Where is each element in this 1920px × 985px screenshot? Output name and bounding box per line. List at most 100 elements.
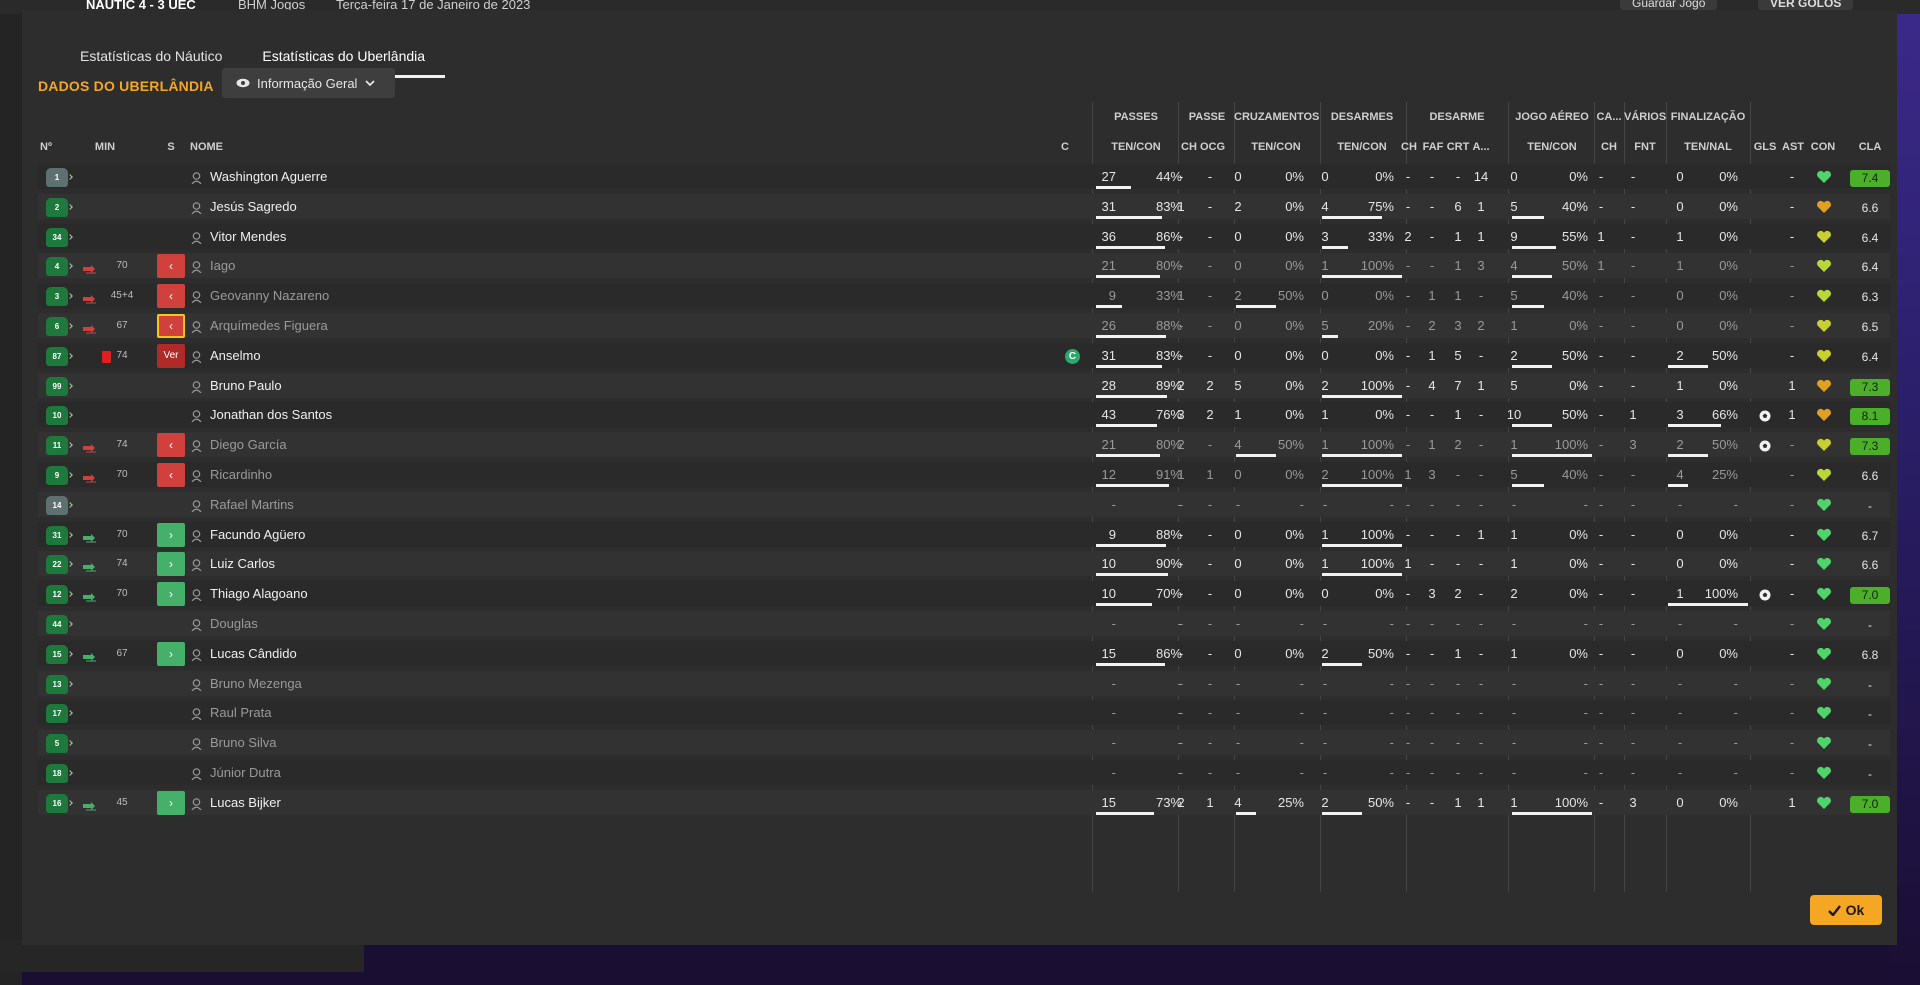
tab-nautico-stats[interactable]: Estatísticas do Náutico xyxy=(60,36,242,78)
table-row[interactable]: 16 45 › Lucas Bijker 15 73% 2 1 4 25% 2 50% - -1 1 1 100… xyxy=(38,788,1890,818)
player-name[interactable]: Jonathan dos Santos xyxy=(210,400,332,430)
column-header-passe-ocg[interactable]: OCG xyxy=(1200,132,1225,162)
column-header-min[interactable]: MIN xyxy=(90,132,120,162)
table-row[interactable]: 87 74 Ver Anselmo C 31 83% - -0 0% 0 0% -1 5-2 50% - -2 5… xyxy=(38,341,1890,371)
group-header[interactable]: DESARMES xyxy=(1320,102,1404,132)
subbed-off-button[interactable]: ‹ xyxy=(157,254,185,279)
subbed-off-button[interactable]: ‹ xyxy=(157,313,185,338)
group-header[interactable]: PASSES xyxy=(1094,102,1178,132)
player-name[interactable]: Luiz Carlos xyxy=(210,549,275,579)
player-name[interactable]: Ricardinho xyxy=(210,460,272,490)
table-row[interactable]: 17 Raul Prata - - - - - - - - - - - - - - - - - - - - xyxy=(38,698,1890,728)
goals-button[interactable]: VER GOLOS xyxy=(1758,0,1854,10)
red-card-button[interactable]: Ver xyxy=(157,343,185,368)
column-header-num[interactable]: Nº xyxy=(40,132,62,162)
group-header[interactable]: VÁRIOS xyxy=(1624,102,1666,132)
table-row[interactable]: 34 Vitor Mendes 36 86% - -0 0% 3 33% 2-1 1 9 55% 1-1 0… xyxy=(38,222,1890,252)
table-row[interactable]: 4 70 ‹ Iago 21 80% - -0 0% 1 100% - -1 3 4 50% 1-1 0% -6.4 xyxy=(38,251,1890,281)
subbed-on-button[interactable]: › xyxy=(157,790,185,815)
column-header-ast[interactable]: AST xyxy=(1780,132,1806,162)
table-row[interactable]: 10 Jonathan dos Santos 43 76% 3 2 1 0% 1 0% - -1-10… xyxy=(38,400,1890,430)
column-header-s[interactable]: S xyxy=(157,132,185,162)
player-name[interactable]: Geovanny Nazareno xyxy=(210,281,329,311)
player-name[interactable]: Júnior Dutra xyxy=(210,758,281,788)
column-header-gls[interactable]: GLS xyxy=(1750,132,1780,162)
player-name[interactable]: Lucas Bijker xyxy=(210,788,281,818)
stat-fp: 0% xyxy=(1719,198,1738,214)
column-header-des-crt[interactable]: CRT xyxy=(1446,132,1470,162)
player-name[interactable]: Iago xyxy=(210,251,235,281)
column-header-des-ch[interactable]: CH xyxy=(1400,132,1418,162)
column-header-passes[interactable]: TEN/CON xyxy=(1094,132,1178,162)
player-name[interactable]: Lucas Cândido xyxy=(210,639,297,669)
player-name[interactable]: Vitor Mendes xyxy=(210,222,286,252)
group-header[interactable]: JOGO AÉREO xyxy=(1510,102,1594,132)
column-header-c[interactable]: C xyxy=(1055,132,1075,162)
player-name[interactable]: Arquímedes Figuera xyxy=(210,311,328,341)
column-header-con[interactable]: CON xyxy=(1808,132,1838,162)
player-name[interactable]: Thiago Alagoano xyxy=(210,579,308,609)
table-row[interactable]: 14 Rafael Martins - - - - - - - - - - - - - - - - - - - - xyxy=(38,490,1890,520)
column-header-final[interactable]: TEN/NAL xyxy=(1666,132,1750,162)
table-row[interactable]: 15 67 › Lucas Cândido 15 86% - -0 0% 2 50% - -1-1 0% -… xyxy=(38,639,1890,669)
column-header-passe-ch[interactable]: CH xyxy=(1180,132,1198,162)
stat-cp: - xyxy=(1299,615,1304,631)
subbed-off-button[interactable]: ‹ xyxy=(157,433,185,458)
subbed-off-button[interactable]: ‹ xyxy=(157,462,185,487)
player-name[interactable]: Diego García xyxy=(210,430,287,460)
table-row[interactable]: 6 67 ‹ Arquímedes Figuera 26 88% - -0 0% 5 20% -2 3 2… xyxy=(38,311,1890,341)
column-header-cla[interactable]: CLA xyxy=(1850,132,1890,162)
player-name[interactable]: Raul Prata xyxy=(210,698,271,728)
column-header-varios-fnt[interactable]: FNT xyxy=(1624,132,1666,162)
table-row[interactable]: 12 70 › Thiago Alagoano 10 70% - -0 0% 0 0% -3 2-2 0%… xyxy=(38,579,1890,609)
stat-fp: 0% xyxy=(1719,377,1738,393)
group-header[interactable]: PASSE xyxy=(1180,102,1234,132)
table-row[interactable]: 1 Washington Aguerre 27 44% - -0 0% 0 0% - - -14 0 0%… xyxy=(38,162,1890,192)
group-header[interactable]: DESARME xyxy=(1406,102,1508,132)
table-row[interactable]: 22 74 › Luiz Carlos 10 90% - -0 0% 1 100% 1- - -1 0% - -… xyxy=(38,549,1890,579)
player-name[interactable]: Facundo Agüero xyxy=(210,520,305,550)
table-row[interactable]: 99 Bruno Paulo 28 89% 2 2 5 0% 2 100% -4 7 1 5 0% - -1 0%… xyxy=(38,371,1890,401)
group-header[interactable]: CRUZAMENTOS xyxy=(1234,102,1319,132)
column-header-cruz[interactable]: TEN/CON xyxy=(1234,132,1318,162)
table-row[interactable]: 9 70 ‹ Ricardinho 12 91% 1 1 0 0% 2 100% 1 3- -5 40% - -4… xyxy=(38,460,1890,490)
player-name[interactable]: Bruno Mezenga xyxy=(210,669,302,699)
ok-button[interactable]: Ok xyxy=(1810,895,1882,925)
background-left xyxy=(0,0,22,985)
column-header-name[interactable]: NOME xyxy=(190,132,250,162)
subbed-off-button[interactable]: ‹ xyxy=(157,284,185,309)
stat-ocg: 2 xyxy=(1206,407,1214,423)
stat-ch: - xyxy=(1178,169,1184,184)
person-icon xyxy=(191,767,202,781)
subbed-on-button[interactable]: › xyxy=(157,552,185,577)
table-row[interactable]: 18 Júnior Dutra - - - - - - - - - - - - - - - - - - - - xyxy=(38,758,1890,788)
table-row[interactable]: 5 Bruno Silva - - - - - - - - - - - - - - - - - - - - xyxy=(38,728,1890,758)
subbed-on-button[interactable]: › xyxy=(157,641,185,666)
subbed-on-button[interactable]: › xyxy=(157,582,185,607)
player-name[interactable]: Jesús Sagredo xyxy=(210,192,297,222)
player-name[interactable]: Bruno Silva xyxy=(210,728,276,758)
group-header[interactable]: CA... xyxy=(1594,102,1624,132)
view-select[interactable]: Informação Geral xyxy=(222,68,395,98)
minutes-played: 70 xyxy=(116,260,128,272)
column-header-des-a[interactable]: A... xyxy=(1470,132,1492,162)
group-header[interactable]: FINALIZAÇÃO xyxy=(1666,102,1750,132)
player-name[interactable]: Rafael Martins xyxy=(210,490,294,520)
column-header-desarmes[interactable]: TEN/CON xyxy=(1320,132,1404,162)
table-row[interactable]: 3 45+4 ‹ Geovanny Nazareno 9 33% 1-2 50% 0 0% -1 1-… xyxy=(38,281,1890,311)
table-row[interactable]: 2 Jesús Sagredo 31 83% 1-2 0% 4 75% - -6 1 5 40% - -0 0… xyxy=(38,192,1890,222)
column-header-des-faf[interactable]: FAF xyxy=(1422,132,1444,162)
subbed-on-button[interactable]: › xyxy=(157,522,185,547)
player-name[interactable]: Anselmo xyxy=(210,341,261,371)
stat-ct: 0 xyxy=(1234,169,1242,184)
player-name[interactable]: Washington Aguerre xyxy=(210,162,327,192)
player-name[interactable]: Douglas xyxy=(210,609,258,639)
player-name[interactable]: Bruno Paulo xyxy=(210,371,282,401)
save-game-button[interactable]: Guardar Jogo xyxy=(1620,0,1718,10)
table-row[interactable]: 44 Douglas - - - - - - - - - - - - - - - - - - - - xyxy=(38,609,1890,639)
table-row[interactable]: 31 70 › Facundo Agüero 9 88% - -0 0% 1 100% - - -1 1 0%… xyxy=(38,520,1890,550)
table-row[interactable]: 13 Bruno Mezenga - - - - - - - - - - - - - - - - - - - - xyxy=(38,669,1890,699)
column-header-ca-ch[interactable]: CH xyxy=(1594,132,1624,162)
column-header-aereo[interactable]: TEN/CON xyxy=(1510,132,1594,162)
table-row[interactable]: 11 74 ‹ Diego García 21 80% 2-4 50% 1 100% -1 2-1 10… xyxy=(38,430,1890,460)
